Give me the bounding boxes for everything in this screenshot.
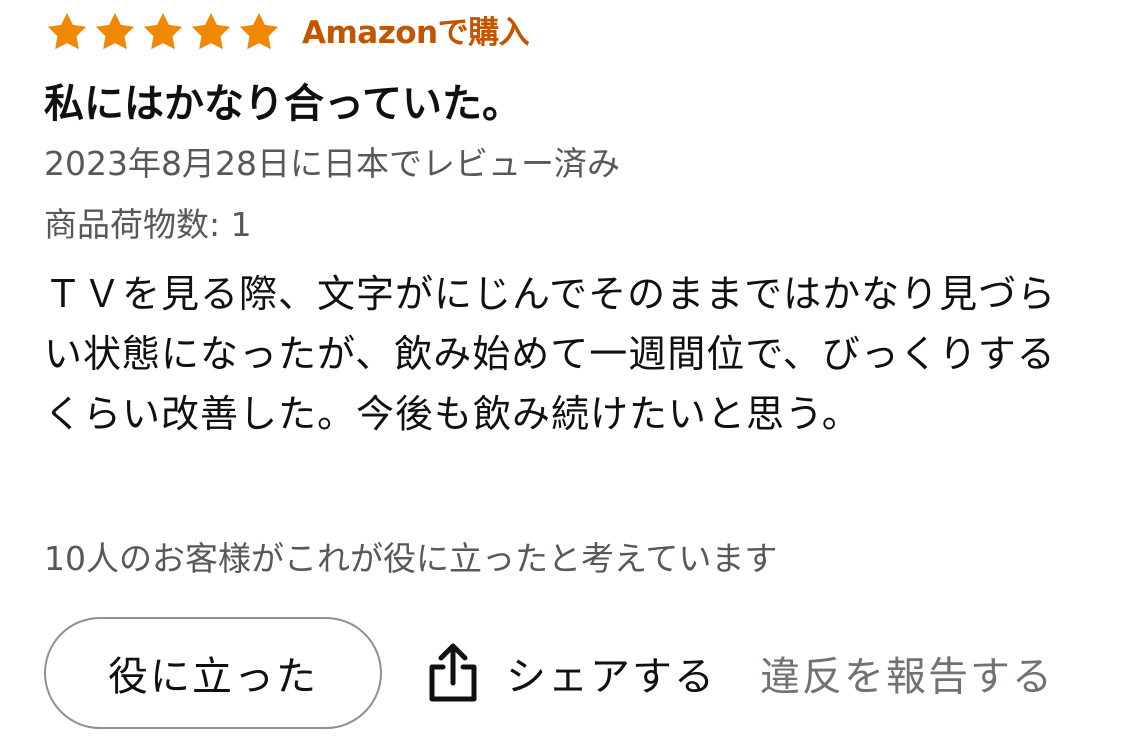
review-card: Amazonで購入 私にはかなり合っていた。 2023年8月28日に日本でレビュ… — [44, 0, 1104, 751]
star-icon — [236, 10, 282, 56]
helpful-button[interactable]: 役に立った — [44, 617, 382, 729]
helpful-count: 10人のお客様がこれが役に立ったと考えています — [44, 539, 778, 578]
item-count: 商品荷物数: 1 — [44, 205, 252, 244]
star-icon — [92, 10, 138, 56]
review-date: 2023年8月28日に日本でレビュー済み — [44, 144, 620, 183]
review-title: 私にはかなり合っていた。 — [44, 81, 522, 127]
star-icon — [188, 10, 234, 56]
rating-row: Amazonで購入 — [44, 8, 530, 58]
share-button[interactable]: シェアする — [426, 641, 716, 705]
star-icon — [44, 10, 90, 56]
star-rating — [44, 10, 282, 56]
verified-purchase-badge: Amazonで購入 — [302, 15, 530, 51]
share-icon — [426, 641, 480, 705]
star-icon — [140, 10, 186, 56]
report-abuse-link[interactable]: 違反を報告する — [760, 644, 1054, 702]
share-label: シェアする — [506, 654, 716, 700]
review-body: ＴＶを見る際、文字がにじんでそのままではかなり見づらい状態になったが、飲み始めて… — [44, 272, 1057, 436]
review-actions: 役に立った シェアする 違反を報告する — [44, 615, 1054, 731]
